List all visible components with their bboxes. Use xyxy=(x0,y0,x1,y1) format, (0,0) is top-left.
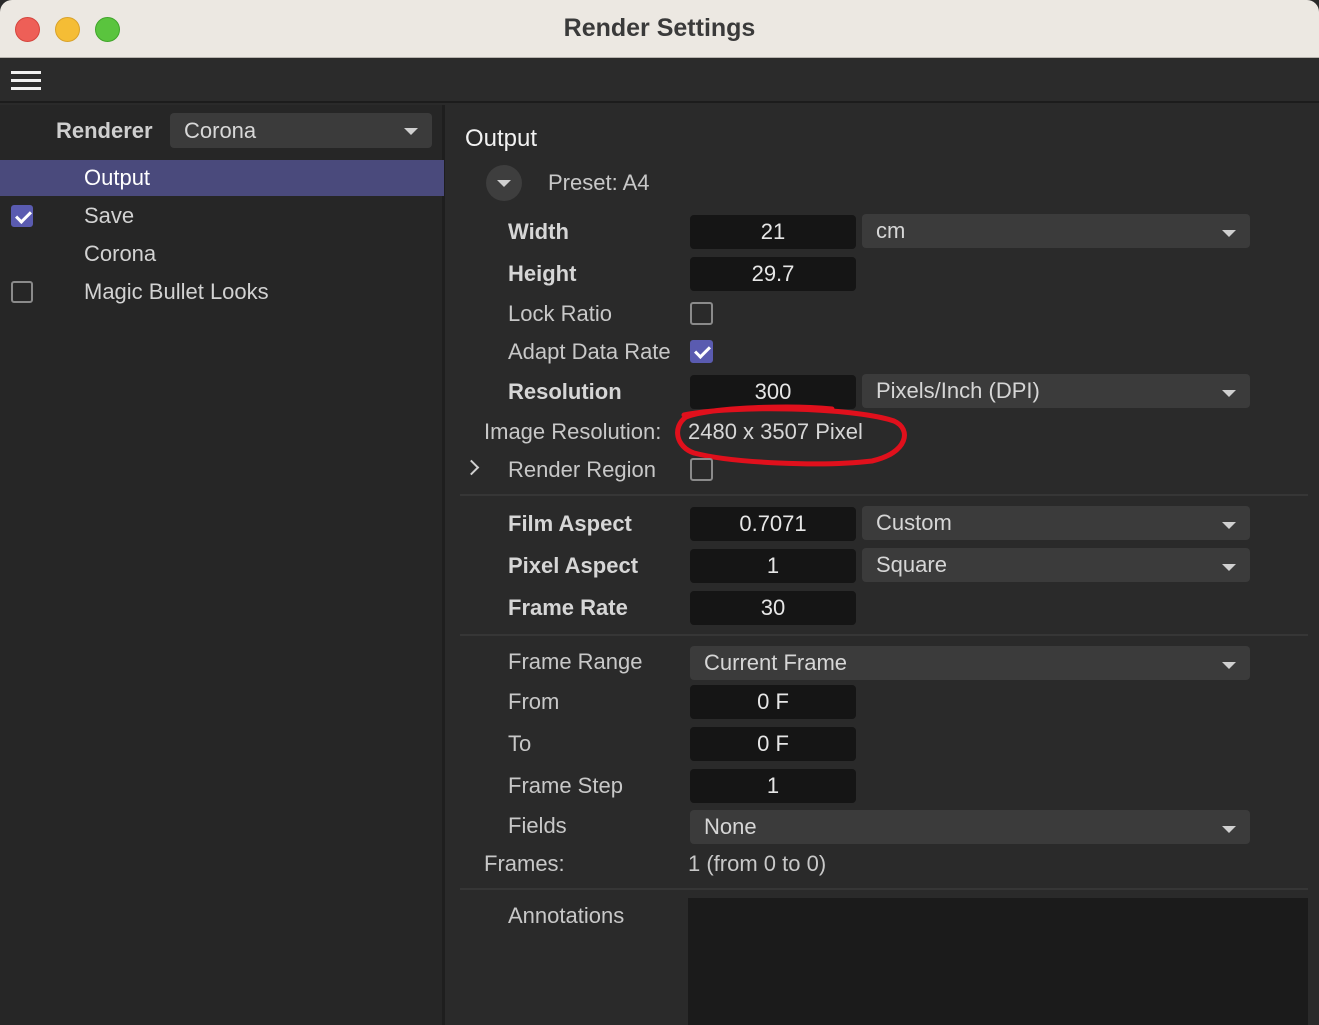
magic-bullet-enable-checkbox[interactable] xyxy=(11,281,33,303)
annotations-label: Annotations xyxy=(508,903,625,928)
adapt-data-rate-checkbox[interactable] xyxy=(690,340,713,363)
image-resolution-label: Image Resolution: xyxy=(484,419,662,444)
renderer-value: Corona xyxy=(184,118,257,143)
film-aspect-field[interactable]: 0.7071 xyxy=(690,507,856,541)
tree-item-label: Magic Bullet Looks xyxy=(84,279,269,304)
tree-item-corona[interactable]: Corona xyxy=(0,236,444,272)
width-label: Width xyxy=(508,219,569,244)
height-label: Height xyxy=(508,261,577,286)
pixel-aspect-dropdown[interactable]: Square xyxy=(862,548,1250,582)
divider xyxy=(460,634,1308,636)
from-field[interactable]: 0 F xyxy=(690,685,856,719)
tree-item-label: Save xyxy=(84,203,135,228)
frame-rate-field[interactable]: 30 xyxy=(690,591,856,625)
title-bar: Render Settings xyxy=(0,0,1319,58)
adapt-data-rate-label: Adapt Data Rate xyxy=(508,339,671,364)
settings-tree-panel: Renderer Corona Output Save Corona Magic… xyxy=(0,105,445,1025)
preset-dropdown-button[interactable] xyxy=(486,165,522,201)
tree-item-label: Corona xyxy=(84,241,157,266)
section-title: Output xyxy=(465,125,538,152)
fields-dropdown[interactable]: None xyxy=(690,810,1250,844)
frame-step-label: Frame Step xyxy=(508,773,623,798)
render-region-label: Render Region xyxy=(508,457,656,482)
size-unit-value: cm xyxy=(876,218,906,243)
window-title: Render Settings xyxy=(563,14,756,42)
fields-label: Fields xyxy=(508,813,567,838)
pixel-aspect-preset-value: Square xyxy=(876,552,947,577)
frame-range-value: Current Frame xyxy=(704,650,848,675)
width-field[interactable]: 21 xyxy=(690,215,856,249)
frames-label: Frames: xyxy=(484,851,565,876)
divider xyxy=(460,494,1308,496)
tree-item-output[interactable]: Output xyxy=(0,160,444,196)
fields-value: None xyxy=(704,814,757,839)
chevron-down-icon xyxy=(404,128,418,135)
frame-range-dropdown[interactable]: Current Frame xyxy=(690,646,1250,680)
pixel-aspect-field[interactable]: 1 xyxy=(690,549,856,583)
chevron-down-icon xyxy=(1222,230,1236,237)
tree-item-save[interactable]: Save xyxy=(0,198,444,234)
pixel-aspect-label: Pixel Aspect xyxy=(508,553,639,578)
resolution-label: Resolution xyxy=(508,379,622,404)
to-label: To xyxy=(508,731,532,756)
divider xyxy=(460,888,1308,890)
chevron-down-icon xyxy=(1222,662,1236,669)
film-aspect-label: Film Aspect xyxy=(508,511,632,536)
film-aspect-preset-value: Custom xyxy=(876,510,952,535)
chevron-right-icon[interactable] xyxy=(463,459,480,476)
chevron-down-icon xyxy=(1222,564,1236,571)
chevron-down-icon xyxy=(1222,390,1236,397)
lock-ratio-checkbox[interactable] xyxy=(690,302,713,325)
hamburger-menu-icon[interactable] xyxy=(11,71,41,91)
preset-label: Preset: A4 xyxy=(548,170,650,195)
from-label: From xyxy=(508,689,560,714)
tree-item-label: Output xyxy=(84,165,151,190)
renderer-dropdown[interactable]: Corona xyxy=(170,113,432,148)
frame-step-field[interactable]: 1 xyxy=(690,769,856,803)
render-region-checkbox[interactable] xyxy=(690,458,713,481)
resolution-unit-value: Pixels/Inch (DPI) xyxy=(876,378,1040,403)
film-aspect-dropdown[interactable]: Custom xyxy=(862,506,1250,540)
lock-ratio-label: Lock Ratio xyxy=(508,301,612,326)
chevron-down-icon xyxy=(497,180,511,187)
chevron-down-icon xyxy=(1222,522,1236,529)
annotations-textarea[interactable] xyxy=(688,898,1308,1025)
save-enable-checkbox[interactable] xyxy=(11,205,33,227)
frame-range-label: Frame Range xyxy=(508,649,643,674)
toolbar xyxy=(0,59,1319,103)
height-field[interactable]: 29.7 xyxy=(690,257,856,291)
to-field[interactable]: 0 F xyxy=(690,727,856,761)
frame-rate-label: Frame Rate xyxy=(508,595,628,620)
output-settings-panel: Output Preset: A4 Width 21 cm Height 29.… xyxy=(448,105,1319,1025)
frames-value: 1 (from 0 to 0) xyxy=(688,851,827,876)
chevron-down-icon xyxy=(1222,826,1236,833)
resolution-unit-dropdown[interactable]: Pixels/Inch (DPI) xyxy=(862,374,1250,408)
renderer-label: Renderer xyxy=(56,118,153,143)
size-unit-dropdown[interactable]: cm xyxy=(862,214,1250,248)
tree-item-magic-bullet-looks[interactable]: Magic Bullet Looks xyxy=(0,274,444,310)
